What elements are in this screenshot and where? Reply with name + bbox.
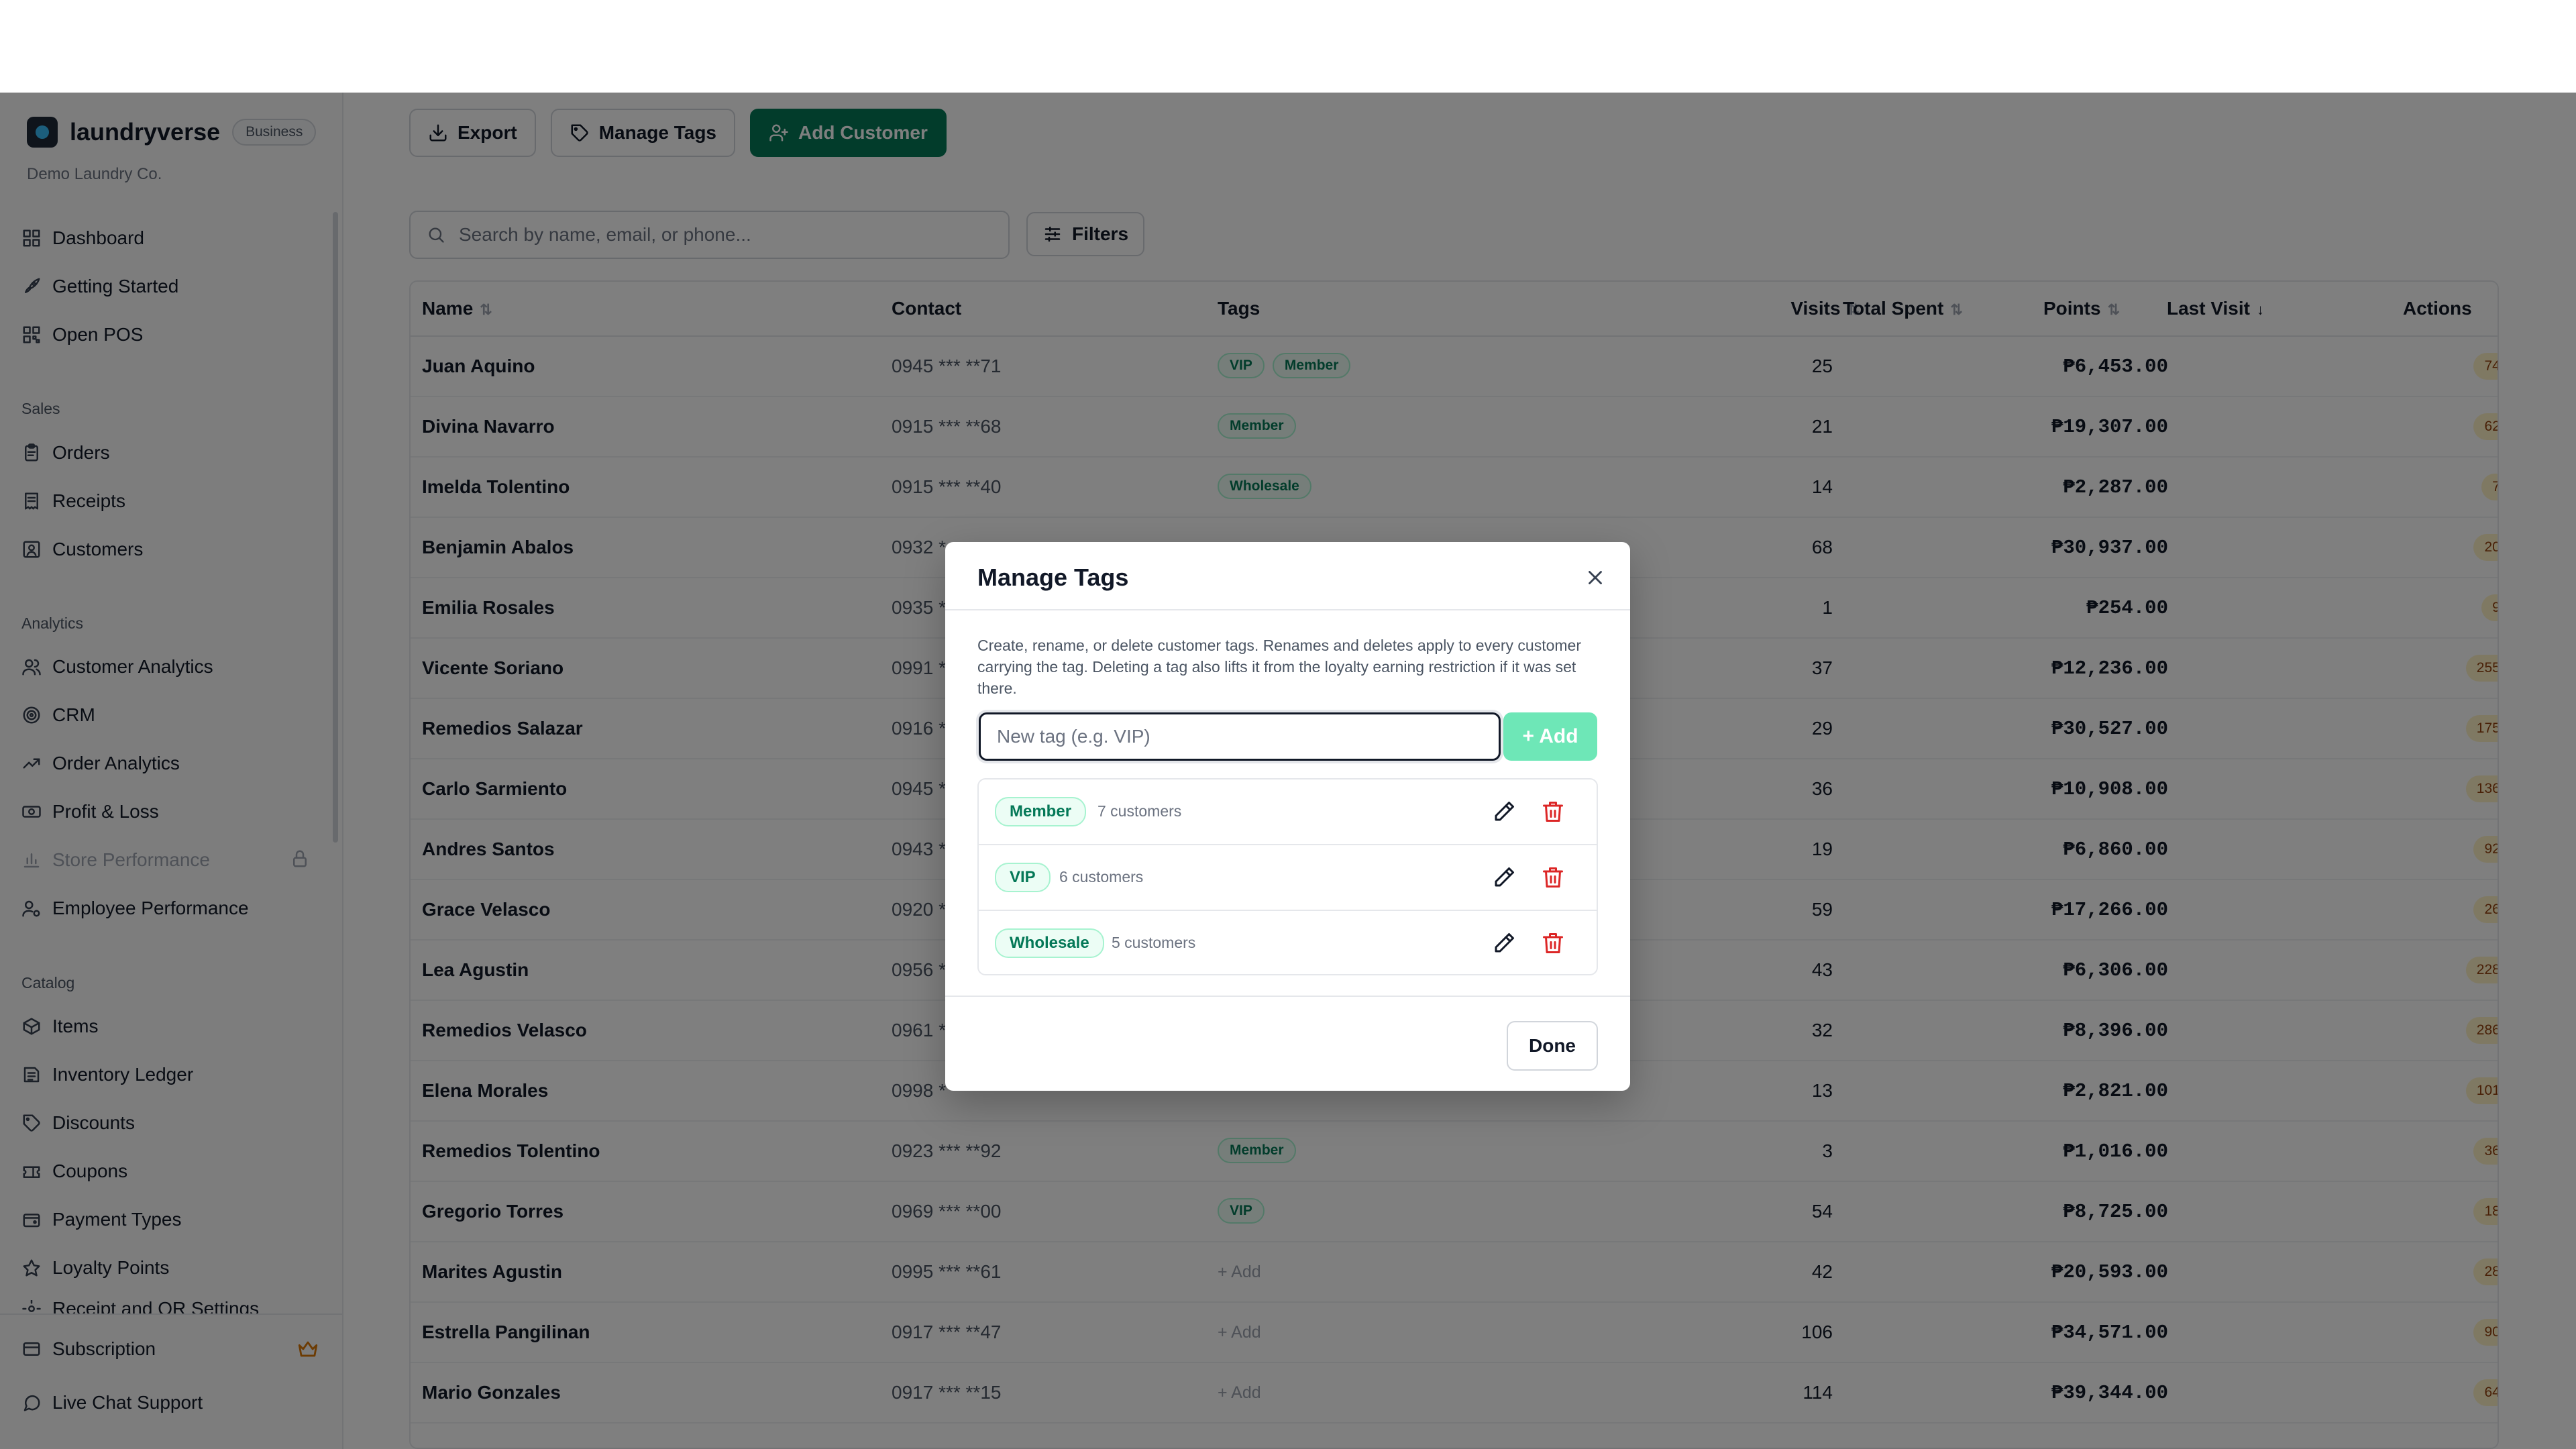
trash-icon[interactable] — [1541, 800, 1565, 824]
tag-count: 6 customers — [1059, 868, 1144, 885]
pencil-icon[interactable] — [1492, 931, 1516, 955]
modal-description: Create, rename, or delete customer tags.… — [977, 637, 1582, 697]
close-icon[interactable] — [1584, 566, 1607, 589]
tag-row: Wholesale 5 customers — [979, 911, 1597, 974]
pencil-icon[interactable] — [1492, 865, 1516, 890]
tag-count: 5 customers — [1112, 934, 1196, 951]
modal-title: Manage Tags — [977, 564, 1129, 591]
tag-chip: VIP — [995, 863, 1051, 892]
tag-chip: Member — [995, 797, 1087, 826]
manage-tags-modal: Manage Tags Create, rename, or delete cu… — [945, 542, 1630, 1091]
pencil-icon[interactable] — [1492, 800, 1516, 824]
trash-icon[interactable] — [1541, 931, 1565, 955]
tag-row: VIP 6 customers — [979, 845, 1597, 911]
modal-divider — [945, 609, 1630, 610]
trash-icon[interactable] — [1541, 865, 1565, 890]
add-tag-button[interactable]: + Add — [1503, 712, 1597, 761]
tag-row: Member 7 customers — [979, 780, 1597, 845]
new-tag-input[interactable] — [979, 712, 1501, 761]
tag-chip: Wholesale — [995, 928, 1104, 958]
tag-list: Member 7 customers VIP 6 customers Wholesale… — [977, 778, 1598, 975]
modal-footer-divider — [945, 996, 1630, 997]
tag-count: 7 customers — [1097, 802, 1182, 820]
top-bar — [0, 0, 2576, 93]
done-button[interactable]: Done — [1507, 1021, 1598, 1071]
